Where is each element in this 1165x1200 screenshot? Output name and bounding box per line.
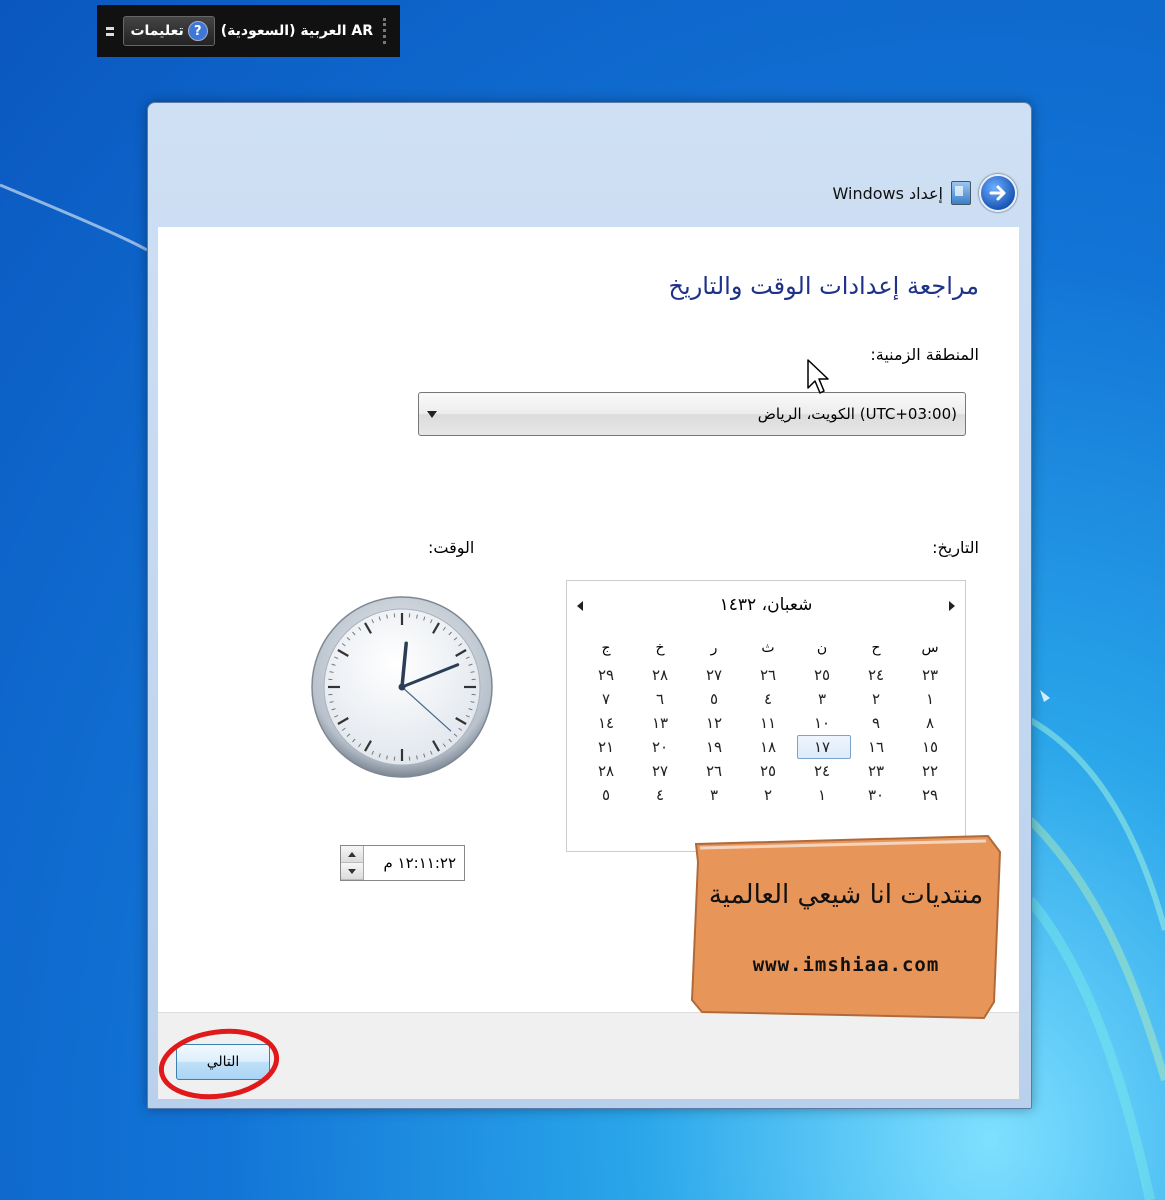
calendar-day[interactable]: ٢٨ bbox=[579, 759, 633, 783]
calendar-day[interactable]: ٣ bbox=[795, 687, 849, 711]
next-button[interactable]: التالي bbox=[176, 1044, 270, 1080]
minimize-icon[interactable] bbox=[103, 19, 117, 43]
timezone-value: (UTC+03:00) الكويت، الرياض bbox=[757, 405, 957, 423]
arrow-up-icon bbox=[348, 851, 356, 857]
calendar-grid: س ح ن ث ر خ ج ٢٣ ٢٤ ٢٥ ٢٦ ٢٧ ٢٨ ٢٩ ١ ٢ ٣ ٤ ٥ ٦ ٧ ٨ ٩ ١٠ ١١ ١٢ ١٣ ١٤… bbox=[577, 639, 957, 807]
timezone-dropdown[interactable]: (UTC+03:00) الكويت، الرياض bbox=[418, 392, 966, 436]
weekday-header: ج bbox=[601, 640, 611, 656]
calendar-day[interactable]: ١٥ bbox=[903, 735, 957, 759]
calendar-day[interactable]: ٢٣ bbox=[849, 759, 903, 783]
calendar-day[interactable]: ٢١ bbox=[579, 735, 633, 759]
calendar-day[interactable]: ٩ bbox=[849, 711, 903, 735]
calendar-day[interactable]: ١ bbox=[795, 783, 849, 807]
calendar-week-row: ٢٢ ٢٣ ٢٤ ٢٥ ٢٦ ٢٧ ٢٨ bbox=[577, 759, 957, 783]
time-label: الوقت: bbox=[428, 538, 475, 557]
calendar-day[interactable]: ٢٢ bbox=[903, 759, 957, 783]
calendar-day[interactable]: ١٠ bbox=[795, 711, 849, 735]
back-arrow-icon[interactable] bbox=[979, 174, 1017, 212]
language-bar: AR العربية (السعودية) ? تعليمات bbox=[97, 5, 400, 57]
timezone-label: المنطقة الزمنية: bbox=[870, 345, 979, 364]
weekday-row: سحنثرخج bbox=[577, 639, 957, 663]
calendar-day[interactable]: ٢٥ bbox=[795, 663, 849, 687]
spin-up-button[interactable] bbox=[341, 846, 363, 863]
date-label: التاريخ: bbox=[932, 538, 979, 557]
calendar-week-row: ١٥ ١٦ ١٧ ١٨ ١٩ ٢٠ ٢١ bbox=[577, 735, 957, 759]
calendar-day[interactable]: ١٦ bbox=[849, 735, 903, 759]
time-field[interactable]: ١٢:١١:٢٢ م bbox=[340, 845, 465, 881]
calendar-day[interactable]: ٢٣ bbox=[903, 663, 957, 687]
calendar-day[interactable]: ٣ bbox=[687, 783, 741, 807]
calendar-day[interactable]: ٢٦ bbox=[687, 759, 741, 783]
calendar-day[interactable]: ١٢ bbox=[687, 711, 741, 735]
arrow-down-icon bbox=[348, 868, 356, 874]
calendar-day[interactable]: ١٩ bbox=[687, 735, 741, 759]
calendar-week-row: ٢٣ ٢٤ ٢٥ ٢٦ ٢٧ ٢٨ ٢٩ bbox=[577, 663, 957, 687]
calendar: شعبان، ١٤٣٢ س ح ن ث ر خ ج ٢٣ ٢٤ ٢٥ ٢٦ ٢٧ ٢٨ ٢٩ ١ ٢ ٣ ٤ ٥ ٦ ٧… bbox=[566, 580, 966, 852]
calendar-day[interactable]: ٢٥ bbox=[741, 759, 795, 783]
calendar-day[interactable]: ١١ bbox=[741, 711, 795, 735]
calendar-week-row: ٢٩ ٣٠ ١ ٢ ٣ ٤ ٥ bbox=[577, 783, 957, 807]
analog-clock bbox=[311, 596, 493, 778]
calendar-day[interactable]: ١٤ bbox=[579, 711, 633, 735]
grip-handle[interactable] bbox=[383, 18, 394, 44]
time-spinner[interactable] bbox=[341, 846, 364, 880]
calendar-day[interactable]: ٢٦ bbox=[741, 663, 795, 687]
help-question-icon: ? bbox=[187, 21, 208, 41]
watermark-title: منتديات انا شيعي العالمية bbox=[708, 880, 984, 910]
calendar-day[interactable]: ٢٩ bbox=[903, 783, 957, 807]
calendar-day[interactable]: ١٧ bbox=[795, 735, 851, 759]
calendar-day[interactable]: ٢٧ bbox=[633, 759, 687, 783]
spin-down-button[interactable] bbox=[341, 863, 363, 880]
calendar-day[interactable]: ٢٤ bbox=[849, 663, 903, 687]
calendar-day[interactable]: ٥ bbox=[579, 783, 633, 807]
calendar-week-row: ٨ ٩ ١٠ ١١ ١٢ ١٣ ١٤ bbox=[577, 711, 957, 735]
calendar-week-row: ١٢٣٤٥٦٧ bbox=[577, 687, 957, 711]
calendar-day[interactable]: ٢٠ bbox=[633, 735, 687, 759]
calendar-day[interactable]: ٢ bbox=[849, 687, 903, 711]
weekday-header: ح bbox=[871, 640, 881, 656]
calendar-day[interactable]: ١٨ bbox=[741, 735, 795, 759]
weekday-header: ن bbox=[816, 640, 828, 656]
weekday-header: س bbox=[921, 640, 939, 656]
calendar-day[interactable]: ٨ bbox=[903, 711, 957, 735]
calendar-day[interactable]: ٧ bbox=[579, 687, 633, 711]
calendar-day[interactable]: ٢٧ bbox=[687, 663, 741, 687]
calendar-day[interactable]: ٤ bbox=[741, 687, 795, 711]
help-button[interactable]: ? تعليمات bbox=[123, 16, 215, 46]
help-label: تعليمات bbox=[130, 23, 184, 39]
calendar-day[interactable]: ٢٤ bbox=[795, 759, 849, 783]
weekday-header: ر bbox=[710, 640, 718, 656]
watermark-url: www.imshiaa.com bbox=[752, 954, 940, 976]
window-title: إعداد Windows bbox=[832, 183, 943, 203]
time-value[interactable]: ١٢:١١:٢٢ م bbox=[364, 854, 464, 872]
footer-bar: التالي bbox=[158, 1012, 1019, 1099]
page-title: مراجعة إعدادات الوقت والتاريخ bbox=[668, 272, 979, 300]
calendar-day[interactable]: ٣٠ bbox=[849, 783, 903, 807]
title-bar: إعداد Windows bbox=[832, 174, 1017, 212]
mouse-cursor-icon bbox=[807, 359, 829, 394]
calendar-day[interactable]: ٢٨ bbox=[633, 663, 687, 687]
chevron-down-icon bbox=[427, 410, 437, 418]
calendar-day[interactable]: ٤ bbox=[633, 783, 687, 807]
windows-setup-icon bbox=[951, 181, 971, 205]
weekday-header: خ bbox=[655, 640, 665, 656]
calendar-day[interactable]: ١ bbox=[903, 687, 957, 711]
calendar-month-title[interactable]: شعبان، ١٤٣٢ bbox=[567, 595, 965, 615]
calendar-header: شعبان، ١٤٣٢ bbox=[567, 593, 965, 621]
forum-watermark: منتديات انا شيعي العالمية www.imshiaa.co… bbox=[688, 832, 1004, 1022]
calendar-day[interactable]: ٦ bbox=[633, 687, 687, 711]
clock-center bbox=[398, 683, 406, 691]
language-indicator[interactable]: AR العربية (السعودية) bbox=[221, 23, 373, 39]
previous-month-icon[interactable] bbox=[949, 601, 955, 611]
calendar-day[interactable]: ١٣ bbox=[633, 711, 687, 735]
calendar-day[interactable]: ٥ bbox=[687, 687, 741, 711]
weekday-header: ث bbox=[761, 640, 775, 656]
calendar-day[interactable]: ٢٩ bbox=[579, 663, 633, 687]
calendar-day[interactable]: ٢ bbox=[741, 783, 795, 807]
